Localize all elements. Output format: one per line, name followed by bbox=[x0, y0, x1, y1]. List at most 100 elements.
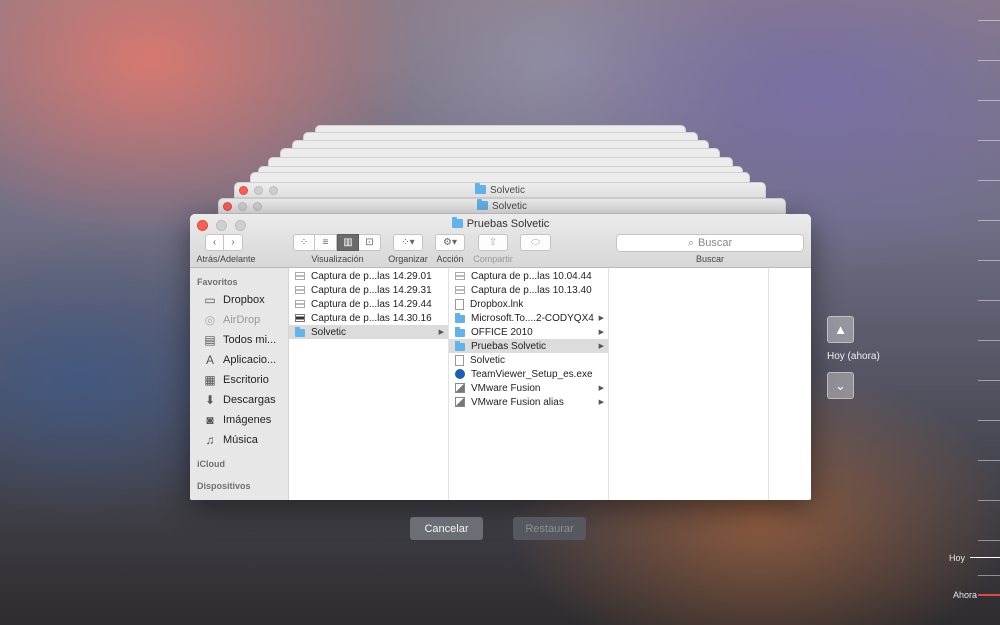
folder-icon bbox=[295, 327, 305, 337]
search-label: Buscar bbox=[695, 254, 724, 264]
desktop-icon: ▦ bbox=[204, 373, 216, 387]
arrange-button[interactable]: ⁘▾ bbox=[393, 234, 423, 251]
snapshot-title: Solvetic bbox=[219, 199, 785, 212]
icon-view-button[interactable]: ⁘ bbox=[293, 234, 315, 251]
folder-icon bbox=[474, 183, 486, 194]
timeline-tick bbox=[978, 540, 1000, 541]
sidebar-item-pictures[interactable]: ◙ Imágenes bbox=[190, 410, 288, 430]
gear-icon: ⚙▾ bbox=[443, 237, 457, 248]
sidebar: Favoritos ▭ Dropbox ◎ AirDrop ▤ Todos mi...… bbox=[190, 268, 289, 500]
snapshot-title: Solvetic bbox=[235, 183, 765, 196]
list-view-button[interactable]: ≡ bbox=[315, 234, 337, 251]
tags-control: ⬭ bbox=[520, 234, 551, 251]
sidebar-heading-devices: Dispositivos bbox=[197, 481, 251, 491]
share-button[interactable]: ⇧ bbox=[478, 234, 508, 251]
finder-window: Pruebas Solvetic ‹ › Atrás/Adelante ⁘ ≡ … bbox=[190, 214, 811, 500]
list-item[interactable]: Dropbox.lnk bbox=[449, 297, 608, 311]
previous-snapshot-button[interactable]: ▲ bbox=[827, 316, 854, 343]
tags-button[interactable]: ⬭ bbox=[520, 234, 551, 251]
coverflow-icon: ⊡ bbox=[365, 237, 374, 248]
list-item-selected[interactable]: Solvetic ▶ bbox=[289, 325, 448, 339]
timeline-tick bbox=[978, 420, 1000, 421]
file-icon bbox=[455, 298, 464, 310]
sidebar-item-music[interactable]: ♫ Música bbox=[190, 430, 288, 450]
list-item[interactable]: Captura de p...las 14.30.16 bbox=[289, 311, 448, 325]
action-control: ⚙▾ bbox=[435, 234, 465, 251]
vmware-icon bbox=[455, 383, 465, 393]
nav-buttons: ‹ › bbox=[205, 234, 243, 251]
browser-column-4[interactable] bbox=[769, 268, 811, 500]
music-icon: ♫ bbox=[205, 433, 215, 447]
all-files-icon: ▤ bbox=[204, 333, 216, 347]
column-view-button[interactable]: ▥ bbox=[337, 234, 359, 251]
timeline-tick bbox=[978, 340, 1000, 341]
coverflow-view-button[interactable]: ⊡ bbox=[359, 234, 381, 251]
list-item[interactable]: Captura de p...las 14.29.44 bbox=[289, 297, 448, 311]
disclosure-arrow-icon: ▶ bbox=[598, 399, 604, 406]
list-item-selected[interactable]: Pruebas Solvetic ▶ bbox=[449, 339, 608, 353]
columns-icon: ▥ bbox=[343, 237, 353, 248]
folder-icon bbox=[455, 341, 465, 351]
sidebar-item-downloads[interactable]: ⬇ Descargas bbox=[190, 390, 288, 410]
sidebar-item-applications[interactable]: A Aplicacio... bbox=[190, 350, 288, 370]
timeline[interactable] bbox=[970, 0, 1000, 625]
share-control: ⇧ bbox=[478, 234, 508, 251]
list-item[interactable]: VMware Fusion ▶ bbox=[449, 381, 608, 395]
share-icon: ⇧ bbox=[488, 237, 498, 248]
list-item[interactable]: Captura de p...las 14.29.31 bbox=[289, 283, 448, 297]
cancel-button[interactable]: Cancelar bbox=[410, 517, 483, 540]
disclosure-arrow-icon: ▶ bbox=[598, 343, 604, 350]
list-item[interactable]: VMware Fusion alias ▶ bbox=[449, 395, 608, 409]
folder-icon bbox=[476, 199, 488, 210]
sidebar-heading-icloud: iCloud bbox=[197, 459, 225, 469]
timeline-tick bbox=[978, 500, 1000, 501]
downloads-icon: ⬇ bbox=[204, 393, 216, 407]
browser-column-2: Captura de p...las 10.04.44 Captura de p… bbox=[449, 268, 609, 500]
timeline-tick bbox=[978, 460, 1000, 461]
image-file-icon bbox=[295, 272, 305, 280]
sidebar-item-dropbox[interactable]: ▭ Dropbox bbox=[190, 290, 288, 310]
search-input[interactable]: ⌕ Buscar bbox=[616, 234, 804, 252]
timeline-tick bbox=[978, 575, 1000, 576]
arrange-icon: ⁘▾ bbox=[401, 237, 415, 248]
list-item[interactable]: OFFICE 2010 ▶ bbox=[449, 325, 608, 339]
sidebar-item-desktop[interactable]: ▦ Escritorio bbox=[190, 370, 288, 390]
chevron-right-icon: › bbox=[231, 237, 235, 248]
applications-icon: A bbox=[205, 353, 214, 367]
timeline-tick bbox=[978, 220, 1000, 221]
grid-icon: ⁘ bbox=[299, 237, 309, 248]
restore-button[interactable]: Restaurar bbox=[513, 517, 586, 540]
list-item[interactable]: TeamViewer_Setup_es.exe bbox=[449, 367, 608, 381]
file-icon bbox=[455, 354, 464, 366]
timeline-tick bbox=[978, 140, 1000, 141]
list-item[interactable]: Microsoft.To....2-CODYQX4 ▶ bbox=[449, 311, 608, 325]
list-item[interactable]: Captura de p...las 10.13.40 bbox=[449, 283, 608, 297]
timeline-today-label: Hoy bbox=[949, 553, 966, 563]
snapshot-window: Solvetic bbox=[234, 182, 766, 198]
disclosure-arrow-icon: ▶ bbox=[438, 329, 444, 336]
disclosure-arrow-icon: ▶ bbox=[598, 315, 604, 322]
action-button[interactable]: ⚙▾ bbox=[435, 234, 465, 251]
image-file-icon bbox=[455, 272, 465, 280]
next-snapshot-button[interactable]: ⌄ bbox=[827, 372, 854, 399]
timeline-today-marker bbox=[970, 557, 1000, 558]
back-button[interactable]: ‹ bbox=[205, 234, 224, 251]
arrange-control: ⁘▾ bbox=[393, 234, 423, 251]
toolbar: Pruebas Solvetic ‹ › Atrás/Adelante ⁘ ≡ … bbox=[190, 214, 811, 268]
sidebar-item-all-files[interactable]: ▤ Todos mi... bbox=[190, 330, 288, 350]
action-label: Acción bbox=[436, 254, 464, 264]
browser-column-3[interactable] bbox=[609, 268, 769, 500]
list-item[interactable]: Captura de p...las 14.29.01 bbox=[289, 269, 448, 283]
sidebar-item-airdrop[interactable]: ◎ AirDrop bbox=[190, 310, 288, 330]
timeline-now-marker bbox=[978, 594, 1000, 596]
search-icon: ⌕ bbox=[687, 236, 694, 249]
folder-icon bbox=[455, 327, 465, 337]
timeline-tick bbox=[978, 20, 1000, 21]
forward-button[interactable]: › bbox=[224, 234, 243, 251]
current-snapshot-label: Hoy (ahora) bbox=[827, 351, 880, 362]
timeline-tick bbox=[978, 60, 1000, 61]
list-item[interactable]: Captura de p...las 10.04.44 bbox=[449, 269, 608, 283]
chevron-left-icon: ‹ bbox=[212, 237, 217, 248]
browser-column-1: Captura de p...las 14.29.01 Captura de p… bbox=[289, 268, 449, 500]
list-item[interactable]: Solvetic bbox=[449, 353, 608, 367]
